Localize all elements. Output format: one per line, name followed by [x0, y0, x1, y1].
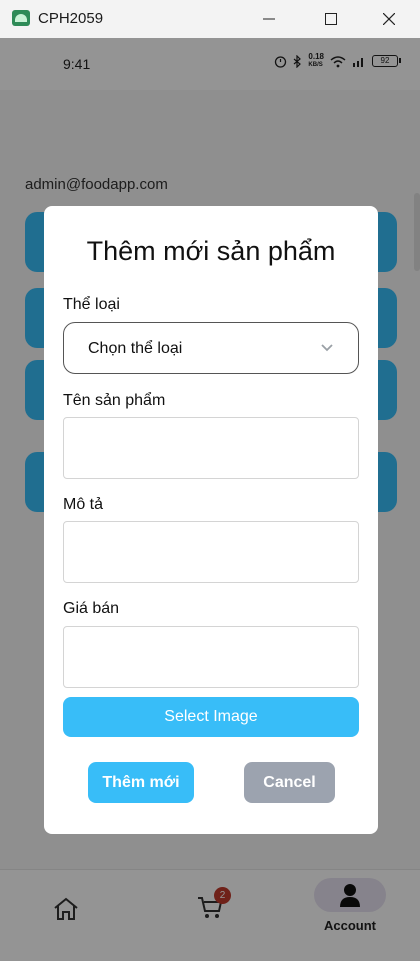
- category-label: Thể loại: [63, 296, 120, 313]
- window-titlebar: CPH2059: [0, 0, 420, 38]
- product-name-input[interactable]: [63, 417, 359, 479]
- close-icon: [383, 13, 395, 25]
- maximize-icon: [325, 13, 337, 25]
- cancel-button[interactable]: Cancel: [244, 762, 335, 803]
- maximize-button[interactable]: [308, 0, 354, 38]
- close-button[interactable]: [366, 0, 412, 38]
- add-product-dialog: Thêm mới sản phẩm Thể loại Chọn thể loại…: [44, 206, 378, 834]
- category-select-value: Chọn thể loại: [88, 340, 183, 357]
- dialog-title: Thêm mới sản phẩm: [86, 236, 336, 266]
- android-app-icon: [12, 10, 30, 26]
- chevron-down-icon: [321, 344, 333, 352]
- description-label: Mô tả: [63, 496, 104, 513]
- minimize-button[interactable]: [246, 0, 292, 38]
- category-select[interactable]: Chọn thể loại: [63, 322, 359, 374]
- description-input[interactable]: [63, 521, 359, 583]
- add-new-button[interactable]: Thêm mới: [88, 762, 194, 803]
- minimize-icon: [263, 18, 275, 20]
- phone-screen: 9:41 0.18 KB/S 92 admin@foodapp.com 2 Ac…: [0, 38, 420, 961]
- price-label: Giá bán: [63, 600, 120, 617]
- select-image-button[interactable]: Select Image: [63, 697, 359, 737]
- price-input[interactable]: [63, 626, 359, 688]
- window-title: CPH2059: [38, 10, 104, 27]
- product-name-label: Tên sản phẩm: [63, 392, 166, 409]
